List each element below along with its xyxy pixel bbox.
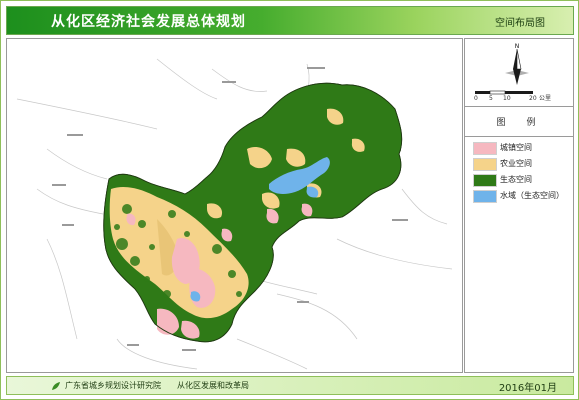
footer-org-secondary: 从化区发展和改革局 [177,381,249,390]
north-label: N [515,43,520,50]
map-panel [6,38,463,373]
legend-item-urban: 城镇空间 [473,142,571,155]
agricultural-swatch [473,158,497,171]
footer-org-primary: 广东省城乡规划设计研究院 [65,381,161,390]
scale-tick-0: 0 [474,95,478,102]
compass-scale-box: N 0 5 10 20 公里 [465,39,573,107]
legend-item-water: 水域（生态空间） [473,190,571,203]
legend-item-agricultural: 农业空间 [473,158,571,171]
scale-tick-5: 5 [489,95,493,102]
scale-tick-20: 20 [529,95,537,102]
north-arrow-and-scale: N 0 5 10 20 公里 [474,43,551,102]
scale-unit: 公里 [539,95,551,102]
scale-bar: 0 5 10 20 公里 [474,90,551,102]
legend-item-ecological: 生态空间 [473,174,571,187]
water-swatch [473,190,497,203]
map-subtitle: 空间布局图 [495,18,545,29]
footer-date: 2016年01月 [498,383,557,394]
district-map [16,58,453,370]
institute-logo-icon [52,382,60,390]
footer-bar: 广东省城乡规划设计研究院 从化区发展和改革局 2016年01月 [6,376,574,395]
legend-label-agricultural: 农业空间 [500,159,532,168]
page-title: 从化区经济社会发展总体规划 [51,14,246,30]
legend-label-ecological: 生态空间 [500,175,532,184]
ecological-swatch [473,174,497,187]
legend-header: 图 例 [465,106,573,137]
legend-label-water: 水域（生态空间） [500,191,564,200]
legend-label-urban: 城镇空间 [500,143,532,152]
legend-title: 图 例 [496,118,542,128]
scale-tick-10: 10 [503,95,511,102]
north-arrow-icon: N [505,43,529,85]
urban-swatch [473,142,497,155]
legend-panel: N 0 5 10 20 公里 图 例 城镇空间 农业空间 生态空间 水域（生态空… [464,38,574,373]
title-bar: 从化区经济社会发展总体规划 空间布局图 [6,6,574,35]
